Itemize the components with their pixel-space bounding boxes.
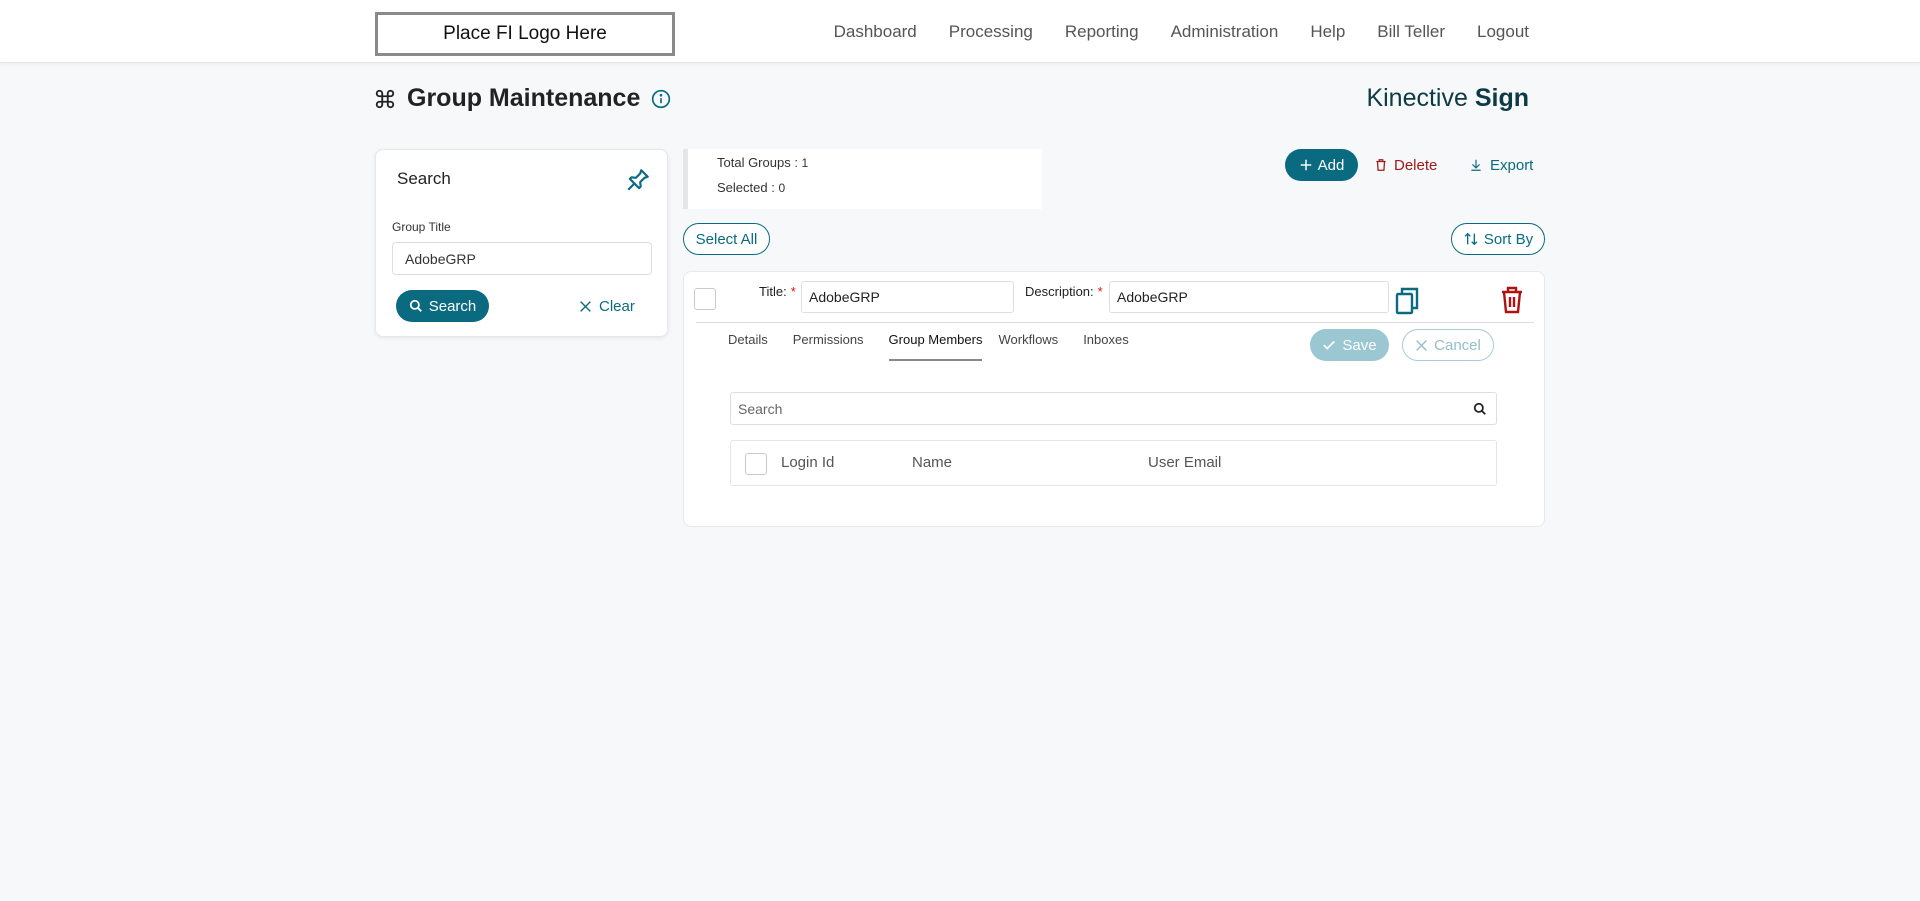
nav-logout[interactable]: Logout <box>1477 22 1529 42</box>
title-label-text: Title: <box>759 284 787 299</box>
page-header: Group Maintenance <box>374 84 671 113</box>
description-label: Description: * <box>1025 284 1103 299</box>
brand-name-bold: Sign <box>1474 84 1529 112</box>
description-label-text: Description: <box>1025 284 1094 299</box>
members-search <box>730 392 1497 425</box>
column-name[interactable]: Name <box>912 454 952 471</box>
select-all-button[interactable]: Select All <box>683 223 770 255</box>
plus-icon <box>1300 159 1311 171</box>
nav-help[interactable]: Help <box>1310 22 1345 42</box>
total-groups: Total Groups : 1 <box>717 155 808 170</box>
sort-by-button[interactable]: Sort By <box>1451 223 1545 255</box>
nav-processing[interactable]: Processing <box>949 22 1033 42</box>
cancel-button[interactable]: Cancel <box>1402 329 1494 361</box>
group-title-search-input[interactable] <box>392 242 652 275</box>
title-label: Title: * <box>759 284 796 299</box>
export-button-label: Export <box>1490 156 1534 174</box>
clear-button[interactable]: Clear <box>579 290 635 322</box>
search-icon <box>409 299 422 312</box>
search-panel-heading: Search <box>397 169 451 188</box>
add-button[interactable]: Add <box>1285 149 1358 181</box>
trash-icon <box>1376 159 1386 171</box>
required-mark: * <box>790 284 796 299</box>
tab-details[interactable]: Details <box>728 332 768 361</box>
search-button-label: Search <box>428 297 477 315</box>
fi-logo-placeholder[interactable]: Place FI Logo Here <box>375 12 675 56</box>
select-all-members-checkbox[interactable] <box>745 453 767 475</box>
nav-dashboard[interactable]: Dashboard <box>834 22 917 42</box>
export-button[interactable]: Export <box>1469 149 1533 181</box>
members-search-input[interactable] <box>731 393 1461 424</box>
column-login-id[interactable]: Login Id <box>781 454 834 471</box>
group-title-label: Group Title <box>392 220 451 234</box>
trash-icon[interactable] <box>1500 285 1524 315</box>
group-card: Title:* Description:* Details Permission… <box>683 271 1545 527</box>
tab-inboxes[interactable]: Inboxes <box>1083 332 1129 361</box>
nav-user-menu[interactable]: Bill Teller <box>1377 22 1445 42</box>
download-icon <box>1471 159 1481 171</box>
pin-icon[interactable] <box>625 167 651 193</box>
total-groups-value: 1 <box>801 156 809 170</box>
page-title: Group Maintenance <box>407 84 641 112</box>
search-icon[interactable] <box>1473 402 1487 416</box>
check-icon <box>1323 340 1336 350</box>
selected-label: Selected : <box>717 180 779 195</box>
selected-count: Selected : 0 <box>717 180 785 195</box>
brand-logo: Kinective Sign <box>1366 84 1529 113</box>
add-button-label: Add <box>1317 156 1345 174</box>
nav-administration[interactable]: Administration <box>1171 22 1279 42</box>
close-icon <box>1416 339 1427 351</box>
total-groups-label: Total Groups : <box>717 155 802 170</box>
brand-name: Kinective <box>1366 84 1475 112</box>
save-button-label: Save <box>1342 336 1377 354</box>
info-icon[interactable] <box>651 89 671 109</box>
description-input[interactable] <box>1109 281 1389 313</box>
top-navigation-bar: Place FI Logo Here Dashboard Processing … <box>0 0 1920 63</box>
delete-button-label: Delete <box>1394 156 1438 174</box>
clear-button-label: Clear <box>599 297 635 315</box>
main-nav: Dashboard Processing Reporting Administr… <box>802 0 1529 63</box>
group-select-checkbox[interactable] <box>694 288 716 310</box>
close-icon <box>580 300 591 312</box>
search-button[interactable]: Search <box>396 290 489 322</box>
sort-icon <box>1464 232 1478 246</box>
tab-permissions[interactable]: Permissions <box>793 332 864 361</box>
command-icon <box>375 89 395 108</box>
cancel-button-label: Cancel <box>1434 336 1481 354</box>
search-panel: Search Group Title Search Clear <box>375 149 668 337</box>
copy-icon[interactable] <box>1394 286 1420 316</box>
column-user-email[interactable]: User Email <box>1148 454 1221 471</box>
sort-by-label: Sort By <box>1483 230 1534 248</box>
group-tabs: Details Permissions Group Members Workfl… <box>728 332 1154 361</box>
selected-value: 0 <box>778 181 786 195</box>
tab-group-members[interactable]: Group Members <box>888 332 983 361</box>
nav-reporting[interactable]: Reporting <box>1065 22 1139 42</box>
members-table-header: Login Id Name User Email <box>730 440 1497 486</box>
save-button[interactable]: Save <box>1310 329 1389 361</box>
groups-summary: Total Groups : 1 Selected : 0 <box>683 149 1042 209</box>
divider <box>696 322 1534 323</box>
delete-button[interactable]: Delete <box>1374 149 1437 181</box>
tab-workflows[interactable]: Workflows <box>998 332 1058 361</box>
title-input[interactable] <box>801 281 1014 313</box>
required-mark: * <box>1097 284 1103 299</box>
